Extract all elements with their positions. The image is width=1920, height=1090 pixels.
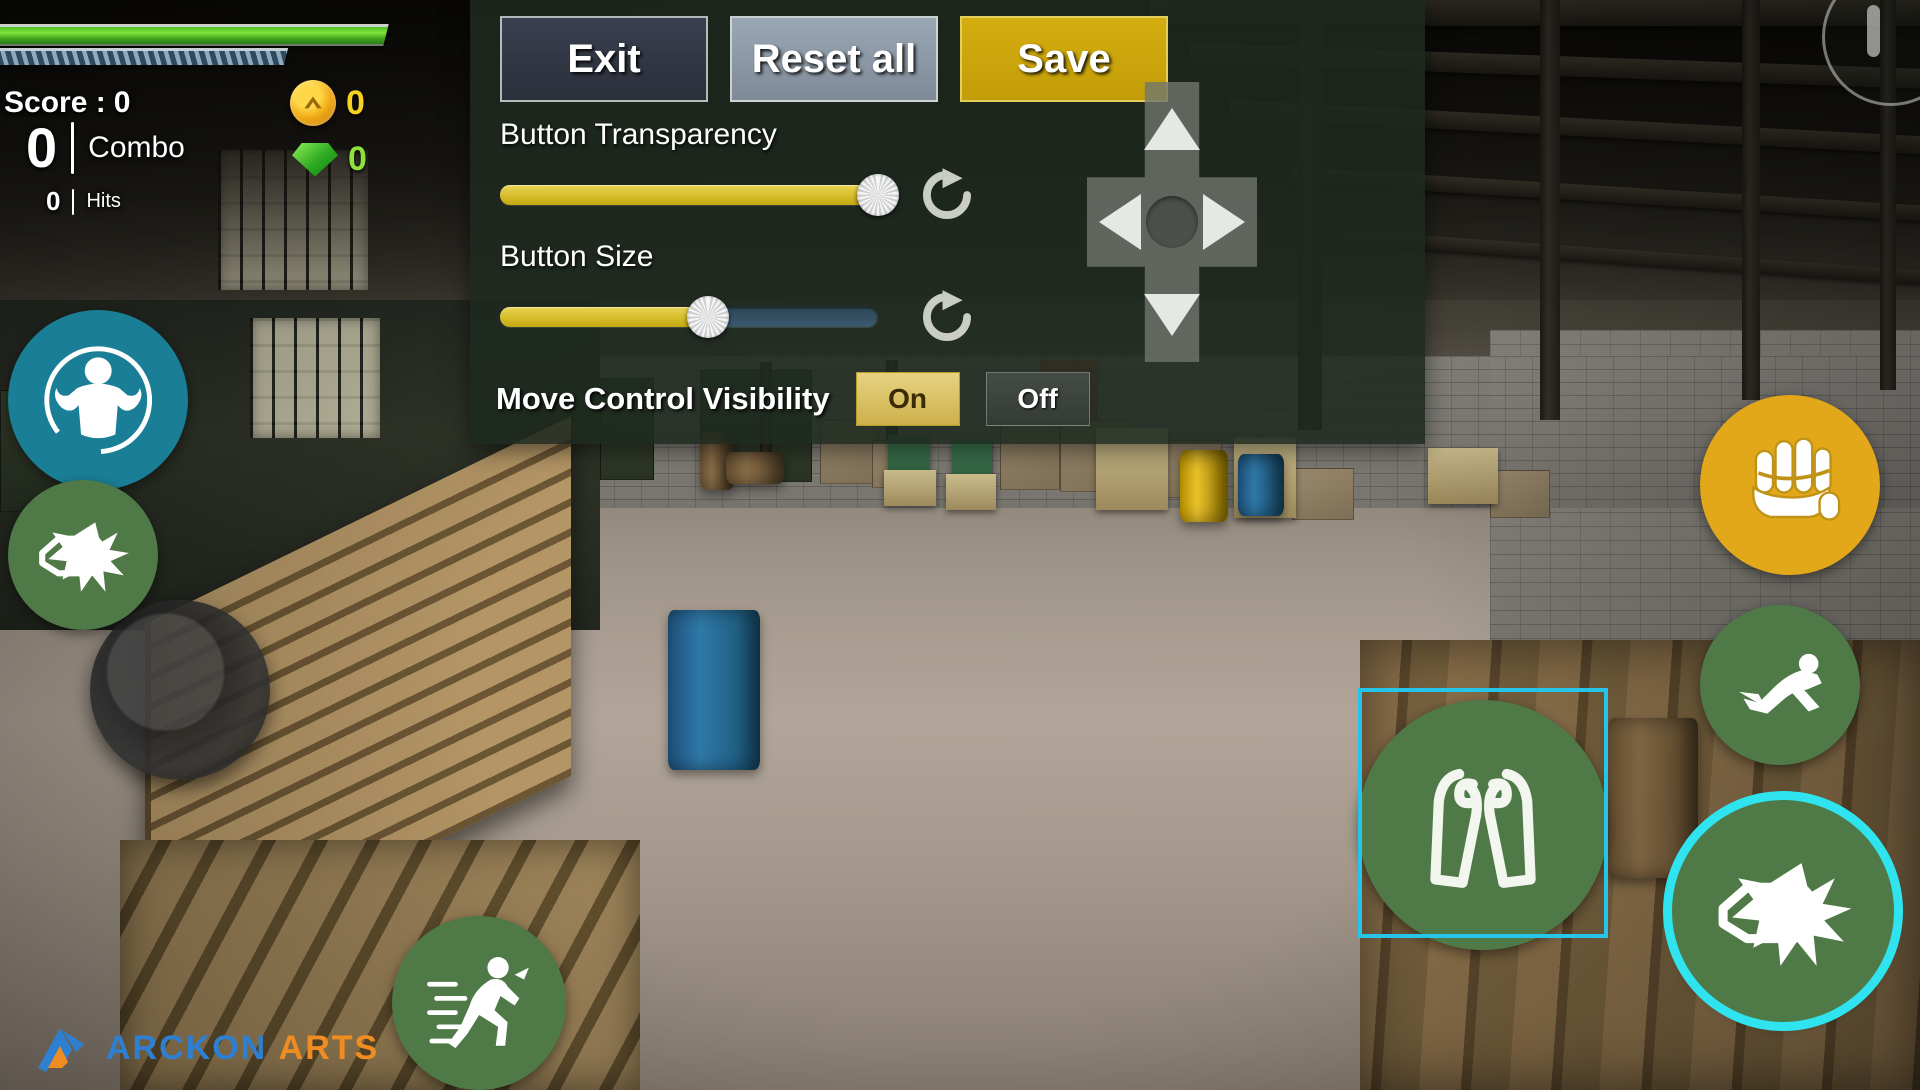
logo-text-second: ARTS xyxy=(278,1028,380,1067)
dpad-right-arrow[interactable] xyxy=(1203,194,1245,250)
dpad-up-arrow[interactable] xyxy=(1144,108,1200,150)
button-size-slider[interactable] xyxy=(500,296,878,338)
grabbing-hand-icon xyxy=(1751,437,1841,521)
coin-value: 0 xyxy=(346,83,365,122)
health-bar-fill xyxy=(0,24,389,46)
button-transparency-slider[interactable] xyxy=(500,174,899,216)
diving-man-icon xyxy=(1738,653,1822,714)
run-button[interactable] xyxy=(392,916,566,1090)
grab-button[interactable] xyxy=(1700,395,1880,575)
health-bar xyxy=(0,24,389,46)
punch-button-left[interactable] xyxy=(8,480,158,630)
visibility-on-button[interactable]: On xyxy=(855,372,960,426)
punch-impact-icon xyxy=(39,522,129,592)
logo-text: ARCKON ARTS xyxy=(106,1029,379,1068)
slider-knob[interactable] xyxy=(857,174,899,216)
flexing-muscles-icon xyxy=(44,346,152,454)
dive-button[interactable] xyxy=(1700,605,1860,765)
move-control-visibility-row: Move Control Visibility On Off xyxy=(470,372,1425,426)
punch-impact-icon xyxy=(1718,862,1851,966)
button-transparency-row xyxy=(470,166,1425,224)
slider-fill xyxy=(500,185,878,205)
button-transparency-label: Button Transparency xyxy=(500,118,777,151)
studio-logo: ARCKON ARTS xyxy=(32,1022,379,1074)
combo-value: 0 xyxy=(26,116,58,179)
hits-divider xyxy=(72,188,75,215)
combo-label: Combo xyxy=(88,131,185,164)
exit-button[interactable]: Exit xyxy=(500,16,708,102)
flex-muscle-button[interactable] xyxy=(8,310,188,490)
move-control-dpad[interactable] xyxy=(1087,82,1257,362)
visibility-off-button[interactable]: Off xyxy=(985,372,1090,426)
score-label: Score : xyxy=(4,86,106,119)
button-size-row xyxy=(470,288,1425,346)
gem-value: 0 xyxy=(348,140,367,178)
game-screen: Score : 0 0 Combo 0 Hits 0 0 Exit Reset … xyxy=(0,0,1920,1090)
dpad-center-hub[interactable] xyxy=(1146,196,1198,248)
combo-display: 0 Combo xyxy=(26,120,185,176)
score-display: Score : 0 xyxy=(4,86,130,120)
refresh-icon[interactable] xyxy=(918,166,976,224)
stamina-bar-fill xyxy=(0,48,289,65)
dpad-down-arrow[interactable] xyxy=(1144,294,1200,336)
move-control-visibility-label: Move Control Visibility xyxy=(496,381,830,416)
refresh-icon[interactable] xyxy=(918,288,976,346)
button-size-label: Button Size xyxy=(500,240,654,273)
gem-counter: 0 xyxy=(292,140,367,179)
reset-all-button[interactable]: Reset all xyxy=(730,16,938,102)
dpad-left-arrow[interactable] xyxy=(1099,194,1141,250)
slider-knob[interactable] xyxy=(686,296,729,338)
coin-counter: 0 xyxy=(290,80,365,126)
combo-divider xyxy=(71,122,75,174)
pause-icon xyxy=(1866,5,1880,57)
gem-icon xyxy=(292,142,338,177)
coin-icon xyxy=(290,80,336,126)
selection-box xyxy=(1358,688,1608,938)
score-value: 0 xyxy=(113,86,131,119)
panel-button-row: Exit Reset all Save xyxy=(470,0,1425,102)
hits-display: 0 Hits xyxy=(46,186,121,217)
slider-fill xyxy=(500,307,708,327)
logo-text-first: ARCKON xyxy=(106,1028,268,1067)
arckon-mark-icon xyxy=(38,1028,84,1072)
hits-value: 0 xyxy=(46,186,61,216)
control-settings-panel: Exit Reset all Save Button Transparency … xyxy=(470,0,1425,444)
punch-button-right[interactable] xyxy=(1672,800,1894,1022)
running-man-icon xyxy=(426,956,529,1048)
hits-label: Hits xyxy=(86,190,121,212)
stamina-bar xyxy=(0,48,289,65)
